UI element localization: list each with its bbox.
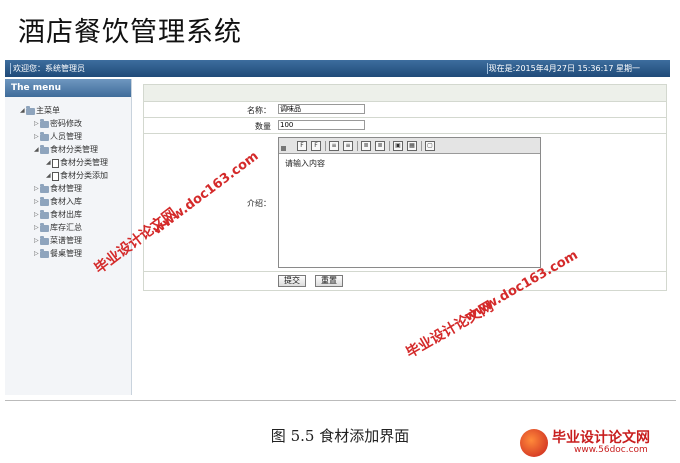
align-icon[interactable]: ≡ [329,141,339,151]
divider [10,63,11,74]
tree-item-category-add[interactable]: ◢ 食材分类添加 [46,170,108,182]
name-label: 名称： [247,106,271,115]
submit-button[interactable]: 提交 [278,275,306,287]
folder-icon [40,209,49,219]
tree-item-stock-out[interactable]: ▷ 食材出库 [34,209,82,221]
folder-icon [40,196,49,206]
tree-item-table-mgmt[interactable]: ▷ 餐桌管理 [34,248,82,260]
editor-toolbar: F F ≡ ≡ ≣ ≣ ▣ ▦ ▢ [279,138,540,154]
form-row-quantity: 数量 [143,118,667,134]
sidebar: The menu ◢ 主菜单 ▷ 密码修改 ▷ 人员管理 ◢ 食材分类管理 ◢ … [5,79,132,395]
form-header-row [143,84,667,102]
reset-button[interactable]: 重置 [315,275,343,287]
quantity-label: 数量 [255,122,271,131]
divider [421,141,422,151]
align-icon[interactable]: ≡ [343,141,353,151]
form-row-name: 名称： [143,102,667,118]
folder-icon [26,105,35,115]
format-icon[interactable]: F [311,141,321,151]
folder-icon [40,118,49,128]
menu-title: The menu [5,79,131,97]
logo-title: 毕业设计论文网 [552,430,650,446]
figure-divider [5,400,676,401]
logo-url: www.56doc.com [574,445,648,455]
form-row-buttons: 提交 重置 [143,272,667,291]
document-title: 酒店餐饮管理系统 [18,17,242,48]
source-icon[interactable] [281,146,286,151]
tree-item-main-menu[interactable]: ◢ 主菜单 [20,105,60,117]
top-status-bar: 欢迎您：系统管理员 现在是:2015年4月27日 15:36:17 星期一 [5,60,670,77]
folder-icon [40,222,49,232]
divider [357,141,358,151]
preview-icon[interactable]: ▢ [425,141,435,151]
table-icon[interactable]: ▦ [407,141,417,151]
indent-icon[interactable]: ≣ [375,141,385,151]
divider [389,141,390,151]
tree-item-category-mgmt[interactable]: ◢ 食材分类管理 [34,144,98,156]
welcome-text: 欢迎您：系统管理员 [13,64,85,73]
folder-icon [40,235,49,245]
site-logo: 毕业设计论文网 www.56doc.com [516,425,676,461]
editor-content[interactable]: 请输入内容 [279,154,540,173]
tree-item-inventory[interactable]: ▷ 库存汇总 [34,222,82,234]
document-icon [52,158,59,168]
datetime-text: 现在是:2015年4月27日 15:36:17 星期一 [488,64,640,73]
document-icon [52,171,59,181]
intro-label: 介绍： [247,199,271,208]
folder-icon [40,144,49,154]
tree-item-password[interactable]: ▷ 密码修改 [34,118,82,130]
indent-icon[interactable]: ≣ [361,141,371,151]
tree-item-category-list[interactable]: ◢ 食材分类管理 [46,157,108,169]
tree-item-ingredient-mgmt[interactable]: ▷ 食材管理 [34,183,82,195]
name-input[interactable] [278,104,365,114]
logo-mark-icon [520,429,548,457]
image-icon[interactable]: ▣ [393,141,403,151]
page: 酒店餐饮管理系统 欢迎您：系统管理员 现在是:2015年4月27日 15:36:… [0,0,680,463]
format-icon[interactable]: F [297,141,307,151]
folder-icon [40,183,49,193]
form-row-intro: 介绍： F F ≡ ≡ ≣ ≣ ▣ ▦ ▢ 请输入内容 [143,134,667,272]
tree-item-staff[interactable]: ▷ 人员管理 [34,131,82,143]
folder-icon [40,131,49,141]
folder-icon [40,248,49,258]
divider [325,141,326,151]
tree-item-menu-mgmt[interactable]: ▷ 菜谱管理 [34,235,82,247]
rich-text-editor[interactable]: F F ≡ ≡ ≣ ≣ ▣ ▦ ▢ 请输入内容 [278,137,541,268]
tree-item-stock-in[interactable]: ▷ 食材入库 [34,196,82,208]
quantity-input[interactable] [278,120,365,130]
